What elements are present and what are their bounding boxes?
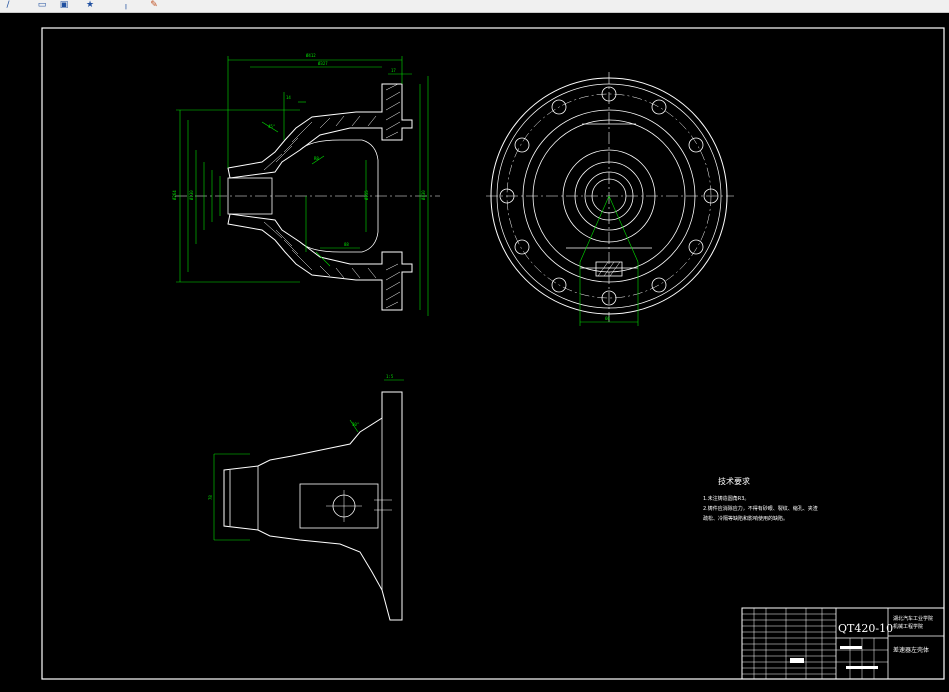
title-block: QT420-10 湖北汽车工业学院 机械工程学院 差速器左壳体: [741, 607, 945, 680]
svg-text:45°: 45°: [268, 124, 275, 129]
drawing-number: QT420-10: [838, 622, 893, 635]
svg-text:60: 60: [605, 316, 610, 321]
pen-icon[interactable]: /: [2, 0, 14, 11]
school-name: 湖北汽车工业学院: [893, 615, 933, 622]
svg-text:Ø430: Ø430: [421, 190, 426, 200]
end-view: 60: [486, 72, 734, 326]
tech-requirement-line: 疏松、冷隔等缺陷和影响使用的缺陷。: [703, 515, 788, 522]
part-name: 差速器左壳体: [893, 646, 929, 654]
tech-requirement-line: 2.铸件应消除应力，不得有砂眼、裂纹、缩孔、夹渣: [703, 505, 818, 512]
line-icon[interactable]: ╷: [120, 0, 132, 11]
cad-drawing: Ø412Ø327 17 Ø264 Ø130 Ø430 14 45° R8 Ø155 88: [41, 27, 945, 680]
svg-text:78: 78: [208, 495, 213, 500]
tech-requirement-line: 1.未注铸造圆角R3。: [703, 495, 749, 502]
paint-icon[interactable]: ✎: [148, 0, 160, 11]
tech-requirements: 技术要求 1.未注铸造圆角R3。 2.铸件应消除应力，不得有砂眼、裂纹、缩孔、夹…: [703, 476, 818, 522]
save-icon[interactable]: ▣: [58, 0, 70, 11]
svg-text:14: 14: [286, 95, 291, 100]
svg-text:Ø155: Ø155: [364, 190, 369, 200]
drawing-canvas[interactable]: Ø412 Ø327 17 Ø264 Ø130 Ø430 14 45° R8 Ø155 88: [0, 13, 949, 692]
rectangle-icon[interactable]: ▭: [36, 0, 48, 11]
svg-text:Ø264: Ø264: [172, 190, 177, 200]
svg-text:Ø327: Ø327: [318, 61, 328, 66]
toolbar: / ▭ ▣ ★ ╷ ✎: [0, 0, 949, 13]
svg-text:88: 88: [344, 242, 349, 247]
star-icon[interactable]: ★: [84, 0, 96, 11]
section-view: Ø412Ø327 17 Ø264 Ø130 Ø430 14 45° R8 Ø155 88: [172, 53, 440, 316]
svg-text:Ø412: Ø412: [306, 53, 316, 58]
drawing-frame: [41, 27, 945, 680]
svg-text:17: 17: [391, 68, 396, 73]
outside-view: 1:5 30° 78: [208, 374, 404, 621]
svg-text:Ø130: Ø130: [189, 190, 194, 200]
tech-requirements-title: 技术要求: [718, 476, 750, 486]
department-name: 机械工程学院: [893, 623, 923, 630]
svg-text:R8: R8: [314, 156, 319, 161]
svg-text:1:5: 1:5: [386, 374, 394, 379]
svg-text:30°: 30°: [352, 422, 359, 427]
